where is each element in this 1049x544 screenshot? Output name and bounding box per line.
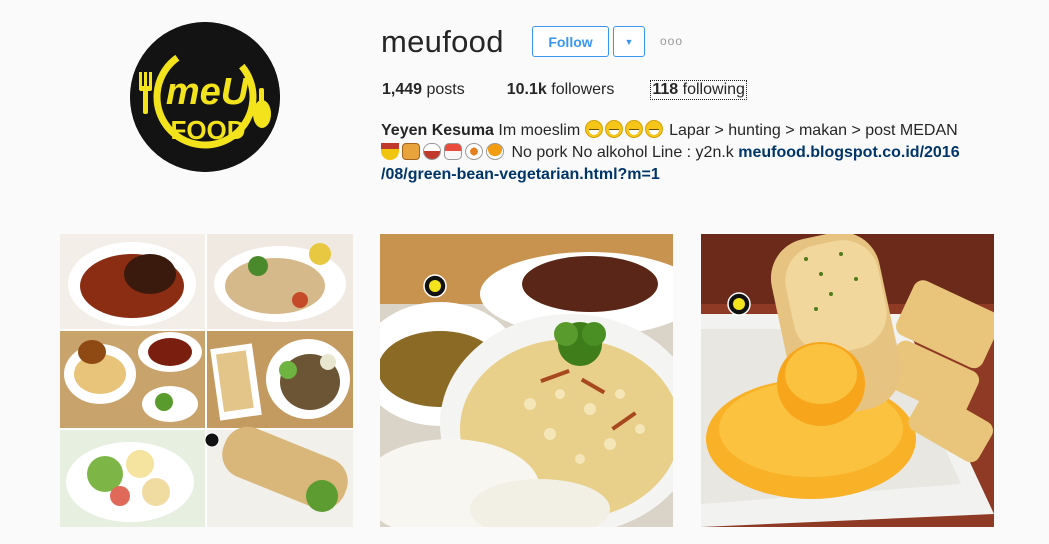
post-thumbnail-3[interactable] [701, 234, 994, 527]
bio-full-name: Yeyen Kesuma [381, 122, 494, 139]
followers-count: 10.1k [506, 81, 547, 98]
profile-username: meufood [381, 24, 504, 59]
grin-emoji-icon [624, 120, 643, 138]
profile-stats: 1,449 posts 10.1k followers 118 followin… [381, 80, 786, 100]
posts-count: 1,449 [382, 81, 423, 98]
suggestions-dropdown-button[interactable]: ▼ [613, 26, 645, 57]
svg-text:meU: meU [166, 71, 250, 113]
post-image-rice [380, 234, 673, 527]
svg-text:FOOD: FOOD [170, 115, 245, 145]
following-count: 118 [652, 81, 679, 98]
post-thumbnail-1[interactable] [60, 234, 353, 527]
grin-emoji-icon [644, 120, 663, 138]
curry-emoji-icon [486, 143, 504, 160]
followers-stat[interactable]: 10.1k followers [506, 81, 616, 99]
grin-emoji-icon [604, 120, 623, 138]
rice-bowl-emoji-icon [423, 143, 441, 160]
avatar[interactable]: meU FOOD [130, 22, 280, 172]
bread-emoji-icon [402, 143, 420, 160]
following-stat[interactable]: 118 following [650, 80, 747, 100]
bio-text: No pork No alkohol Line : y2n.k [511, 144, 734, 161]
bio-text: Im moeslim [498, 122, 581, 139]
more-options-icon[interactable]: ooo [660, 34, 683, 48]
follow-button[interactable]: Follow [532, 26, 609, 57]
bio-text: Lapar > hunting > makan > post MEDAN [669, 122, 958, 139]
followers-label: followers [551, 81, 615, 98]
caret-down-icon: ▼ [624, 36, 634, 47]
posts-stat: 1,449 posts [381, 81, 466, 99]
post-image-cheese-dip [701, 234, 994, 527]
posts-label: posts [426, 81, 465, 98]
meufood-logo: meU FOOD [130, 22, 280, 172]
ramen-emoji-icon [381, 143, 399, 160]
fish-cake-emoji-icon [465, 143, 483, 160]
post-image-collage [60, 234, 353, 527]
profile-bio: Yeyen Kesuma Im moeslim Lapar > hunting … [381, 120, 981, 186]
following-label: following [682, 81, 745, 98]
sushi-emoji-icon [444, 143, 462, 160]
post-thumbnail-2[interactable] [380, 234, 673, 527]
grin-emoji-icon [584, 120, 603, 138]
